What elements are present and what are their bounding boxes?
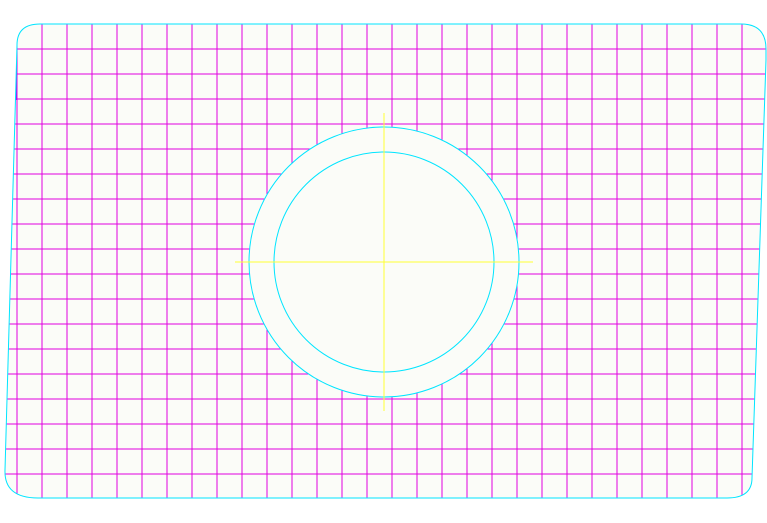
cad-canvas <box>0 0 767 523</box>
drawing-svg <box>4 23 767 499</box>
